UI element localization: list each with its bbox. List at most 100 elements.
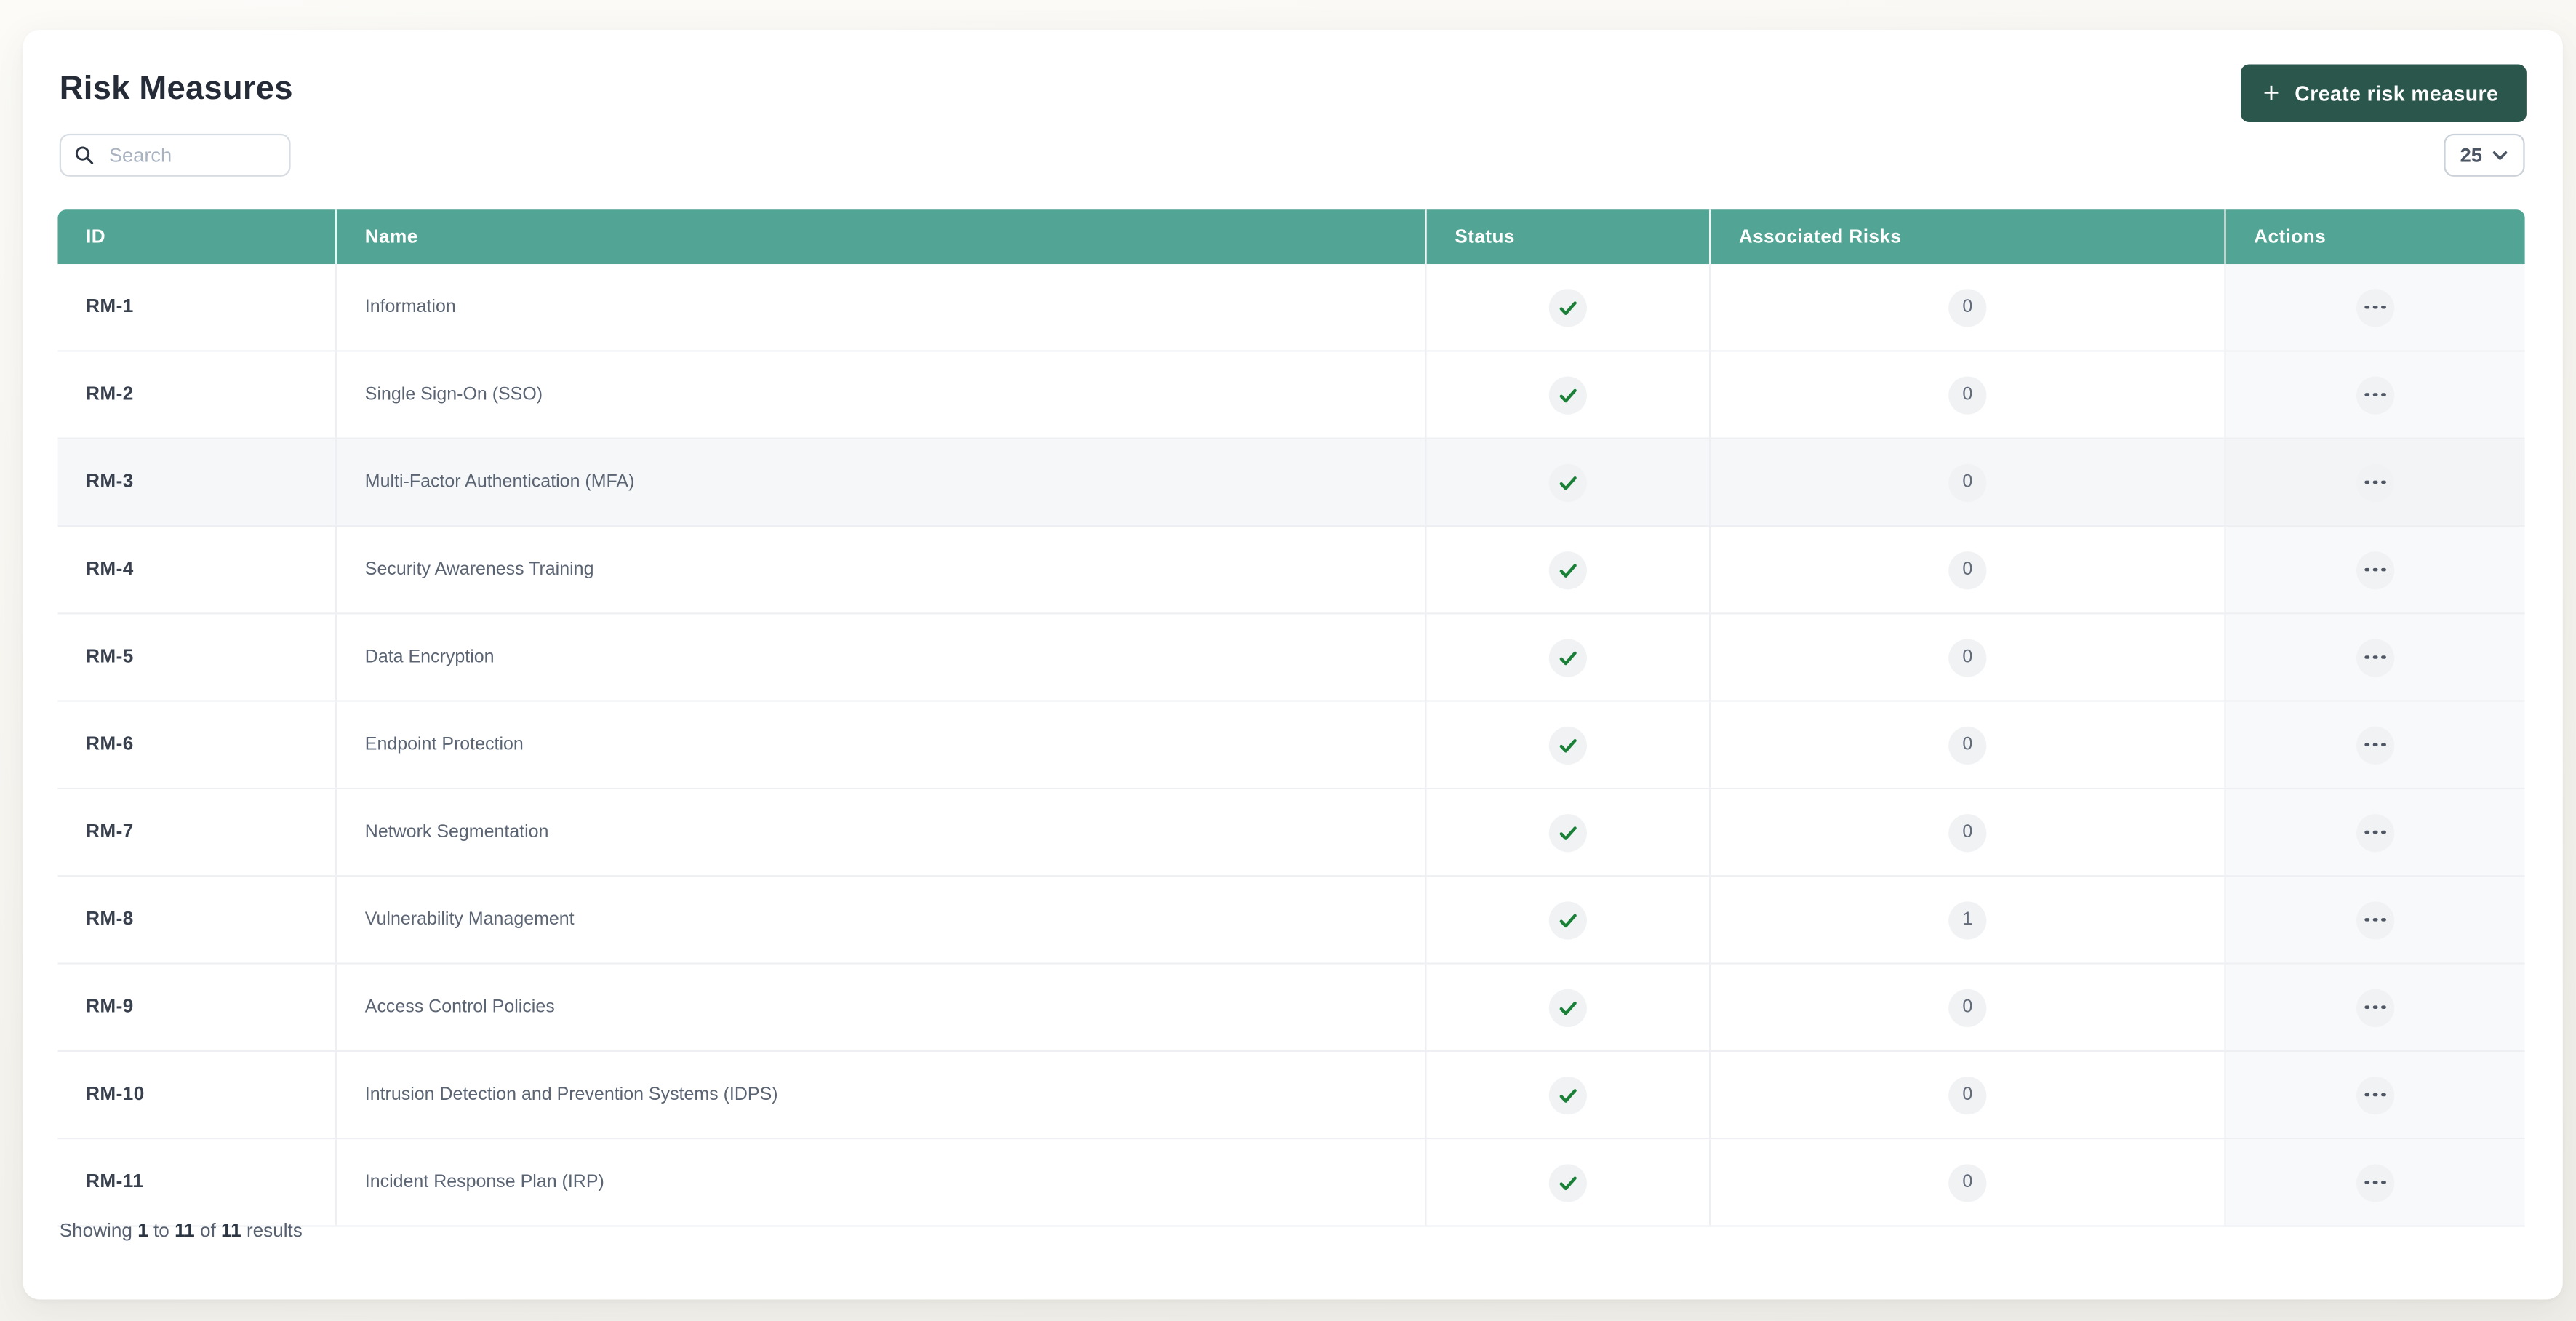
status-badge [1548, 1075, 1587, 1114]
table-row[interactable]: RM-8 Vulnerability Management 1 [57, 877, 2525, 965]
column-header-actions: Actions [2254, 227, 2327, 247]
status-cell [1426, 614, 1711, 701]
row-name: Endpoint Protection [337, 701, 1427, 788]
associated-risks-badge: 0 [1948, 375, 1987, 414]
results-summary-text: to [153, 1221, 169, 1242]
status-cell [1426, 701, 1711, 788]
actions-cell [2225, 1139, 2525, 1226]
row-actions-button[interactable] [2356, 551, 2395, 589]
search-input[interactable] [105, 142, 278, 169]
row-name: Intrusion Detection and Prevention Syste… [337, 1051, 1427, 1138]
check-icon [1557, 821, 1579, 843]
row-actions-button[interactable] [2356, 638, 2395, 677]
row-actions-button[interactable] [2356, 725, 2395, 764]
check-icon [1557, 734, 1579, 756]
check-icon [1557, 471, 1579, 493]
row-actions-button[interactable] [2356, 901, 2395, 939]
table-row[interactable]: RM-6 Endpoint Protection 0 [57, 701, 2525, 790]
status-cell [1426, 351, 1711, 438]
table-row[interactable]: RM-5 Data Encryption 0 [57, 614, 2525, 702]
associated-risks-cell: 0 [1711, 1139, 2226, 1226]
row-id: RM-8 [57, 877, 337, 963]
associated-risks-badge: 0 [1948, 288, 1987, 327]
associated-risks-badge: 0 [1948, 988, 1987, 1026]
row-actions-button[interactable] [2356, 813, 2395, 852]
ellipsis-icon [2364, 567, 2386, 572]
associated-risks-cell: 0 [1711, 614, 2226, 701]
status-badge [1548, 988, 1587, 1026]
page-size-select[interactable]: 25 [2444, 133, 2525, 177]
status-cell [1426, 264, 1711, 351]
results-to: 11 [175, 1221, 195, 1242]
table-row[interactable]: RM-1 Information 0 [57, 264, 2525, 352]
row-actions-button[interactable] [2356, 1163, 2395, 1202]
create-risk-measure-button[interactable]: + Create risk measure [2240, 64, 2527, 122]
status-badge [1548, 375, 1587, 414]
row-id: RM-10 [57, 1051, 337, 1138]
actions-cell [2225, 439, 2525, 525]
associated-risks-badge: 0 [1948, 813, 1987, 852]
results-summary: Showing 1 to 11 of 11 results [60, 1222, 303, 1242]
associated-risks-cell: 1 [1711, 877, 2226, 963]
column-header-status: Status [1427, 209, 1711, 265]
actions-cell [2225, 789, 2525, 876]
check-icon [1557, 647, 1579, 669]
actions-cell [2225, 1051, 2525, 1138]
row-actions-button[interactable] [2356, 288, 2395, 327]
ellipsis-icon [2364, 830, 2386, 835]
associated-risks-cell: 0 [1711, 264, 2226, 351]
table-row[interactable]: RM-2 Single Sign-On (SSO) 0 [57, 351, 2525, 439]
associated-risks-badge: 0 [1948, 1075, 1987, 1114]
table-row[interactable]: RM-11 Incident Response Plan (IRP) 0 [57, 1139, 2525, 1227]
row-actions-button[interactable] [2356, 1075, 2395, 1114]
column-header-name: Name [337, 209, 1427, 265]
associated-risks-badge: 1 [1948, 901, 1987, 939]
status-badge [1548, 288, 1587, 327]
table-row[interactable]: RM-10 Intrusion Detection and Prevention… [57, 1051, 2525, 1140]
ellipsis-icon [2364, 1093, 2386, 1097]
status-badge [1548, 551, 1587, 589]
plus-icon: + [2263, 76, 2280, 108]
row-name: Security Awareness Training [337, 527, 1427, 613]
table-row[interactable]: RM-4 Security Awareness Training 0 [57, 527, 2525, 615]
table-row[interactable]: RM-7 Network Segmentation 0 [57, 789, 2525, 877]
status-cell [1426, 1139, 1711, 1226]
row-id: RM-1 [57, 264, 337, 351]
check-icon [1557, 1084, 1579, 1106]
status-badge [1548, 901, 1587, 939]
row-id: RM-4 [57, 527, 337, 613]
risk-measures-card: Risk Measures + Create risk measure 25 [23, 29, 2563, 1300]
results-summary-text: Showing [59, 1221, 132, 1242]
search-box[interactable] [59, 133, 291, 177]
actions-cell [2225, 614, 2525, 701]
associated-risks-badge: 0 [1948, 1163, 1987, 1202]
associated-risks-badge: 0 [1948, 725, 1987, 764]
table-header: ID Name Status Associated Risks Actions [57, 209, 2525, 265]
status-cell [1426, 439, 1711, 525]
status-cell [1426, 789, 1711, 876]
results-total: 11 [221, 1221, 241, 1242]
check-icon [1557, 384, 1579, 406]
status-badge [1548, 1163, 1587, 1202]
row-name: Incident Response Plan (IRP) [337, 1139, 1427, 1226]
row-actions-button[interactable] [2356, 375, 2395, 414]
table-row[interactable]: RM-9 Access Control Policies 0 [57, 964, 2525, 1052]
ellipsis-icon [2364, 1005, 2386, 1010]
row-name: Access Control Policies [337, 964, 1427, 1050]
chevron-down-icon [2492, 149, 2509, 161]
column-header-id: ID [57, 209, 337, 265]
table-row[interactable]: RM-3 Multi-Factor Authentication (MFA) 0 [57, 439, 2525, 527]
check-icon [1557, 1172, 1579, 1194]
status-cell [1426, 1051, 1711, 1138]
check-icon [1557, 909, 1579, 931]
risk-measures-table: ID Name Status Associated Risks Actions … [57, 209, 2525, 1227]
row-actions-button[interactable] [2356, 988, 2395, 1026]
associated-risks-cell: 0 [1711, 351, 2226, 438]
row-actions-button[interactable] [2356, 463, 2395, 501]
associated-risks-badge: 0 [1948, 551, 1987, 589]
results-summary-text: of [199, 1221, 216, 1242]
ellipsis-icon [2364, 1180, 2386, 1185]
row-name: Data Encryption [337, 614, 1427, 701]
row-id: RM-3 [57, 439, 337, 525]
status-cell [1426, 964, 1711, 1050]
